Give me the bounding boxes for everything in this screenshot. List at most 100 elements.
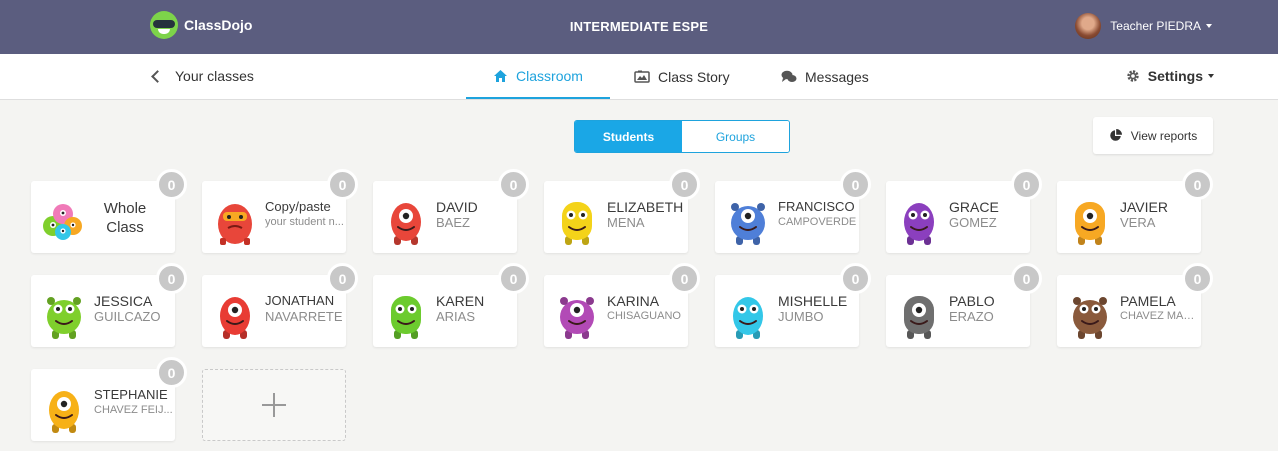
monster-avatar-icon bbox=[218, 204, 252, 245]
monster-avatar-icon bbox=[391, 296, 421, 339]
students-toggle-button[interactable]: Students bbox=[575, 121, 682, 152]
student-first-name: MISHELLE bbox=[778, 293, 848, 309]
student-last-name: MENA bbox=[607, 215, 645, 230]
student-card[interactable]: JONATHAN NAVARRETE 0 bbox=[202, 263, 358, 347]
back-label: Your classes bbox=[175, 68, 254, 84]
classdojo-logo-icon bbox=[150, 11, 178, 39]
monster-avatar-icon bbox=[391, 203, 421, 245]
points-badge: 0 bbox=[1011, 169, 1042, 200]
student-first-name: JONATHAN bbox=[265, 293, 335, 308]
student-last-name: CHAVEZ MAR... bbox=[1120, 310, 1200, 322]
student-first-name: KARINA bbox=[607, 293, 660, 309]
student-last-name: GOMEZ bbox=[949, 215, 997, 230]
tab-label: Class Story bbox=[658, 68, 730, 85]
monster-avatar-icon bbox=[220, 297, 250, 339]
student-first-name: JAVIER bbox=[1120, 199, 1168, 215]
monster-avatar-icon bbox=[47, 297, 81, 339]
student-first-name: STEPHANIE bbox=[94, 387, 168, 402]
view-reports-button[interactable]: View reports bbox=[1093, 117, 1213, 154]
tab-label: Messages bbox=[805, 68, 869, 85]
view-reports-label: View reports bbox=[1130, 128, 1198, 143]
student-first-name: ELIZABETH bbox=[607, 199, 684, 215]
points-badge: 0 bbox=[669, 169, 700, 200]
points-badge: 0 bbox=[327, 263, 358, 294]
student-card[interactable]: JESSICA GUILCAZO 0 bbox=[31, 263, 187, 347]
monster-avatar-icon bbox=[49, 391, 79, 433]
student-first-name: PABLO bbox=[949, 293, 995, 309]
monster-avatar-icon bbox=[560, 297, 594, 339]
whole-class-line1: Whole bbox=[103, 200, 147, 217]
gear-icon bbox=[1127, 70, 1139, 82]
caret-down-icon bbox=[1208, 74, 1214, 78]
points-badge: 0 bbox=[1182, 263, 1213, 294]
photo-icon bbox=[634, 70, 650, 83]
points-badge: 0 bbox=[156, 263, 187, 294]
student-last-name: ARIAS bbox=[436, 309, 476, 324]
student-card[interactable]: KAREN ARIAS 0 bbox=[373, 263, 529, 347]
tab-messages[interactable]: Messages bbox=[781, 54, 869, 99]
monster-avatar-icon bbox=[731, 203, 765, 245]
student-last-name: CAMPOVERDE bbox=[778, 216, 857, 228]
student-last-name: JUMBO bbox=[778, 309, 824, 324]
copy-paste-card[interactable]: Copy/paste your student n... 0 bbox=[202, 169, 358, 253]
back-to-classes-link[interactable]: Your classes bbox=[150, 68, 254, 84]
points-badge: 0 bbox=[498, 263, 529, 294]
points-badge: 0 bbox=[156, 357, 187, 388]
student-card[interactable]: JAVIER VERA 0 bbox=[1057, 169, 1213, 253]
caret-down-icon bbox=[1206, 24, 1212, 28]
plus-icon bbox=[262, 393, 286, 417]
student-last-name: ERAZO bbox=[949, 309, 994, 324]
points-badge: 0 bbox=[1182, 169, 1213, 200]
user-name: Teacher PIEDRA bbox=[1110, 19, 1201, 33]
whole-class-card[interactable]: Whole Class 0 bbox=[31, 169, 187, 253]
classdojo-logo[interactable]: ClassDojo bbox=[150, 11, 252, 39]
whole-class-line2: Class bbox=[106, 219, 144, 236]
student-card[interactable]: DAVID BAEZ 0 bbox=[373, 169, 529, 253]
monster-avatar-icon bbox=[1073, 297, 1107, 339]
student-last-name: VERA bbox=[1120, 215, 1156, 230]
student-card[interactable]: FRANCISCO CAMPOVERDE 0 bbox=[715, 169, 871, 253]
tab-classroom[interactable]: Classroom bbox=[466, 54, 610, 99]
groups-toggle-button[interactable]: Groups bbox=[682, 121, 789, 152]
student-last-name: CHISAGUANO bbox=[607, 310, 681, 322]
points-badge: 0 bbox=[669, 263, 700, 294]
student-card[interactable]: PAMELA CHAVEZ MAR... 0 bbox=[1057, 263, 1213, 347]
user-menu[interactable]: Teacher PIEDRA bbox=[1075, 13, 1212, 39]
student-first-name: FRANCISCO bbox=[778, 199, 855, 214]
points-badge: 0 bbox=[840, 263, 871, 294]
student-first-name: PAMELA bbox=[1120, 293, 1176, 309]
home-icon bbox=[494, 69, 508, 82]
class-group-monsters-icon bbox=[43, 204, 82, 240]
settings-menu[interactable]: Settings bbox=[1126, 68, 1214, 84]
students-groups-toggle: Students Groups bbox=[574, 120, 790, 153]
student-card[interactable]: PABLO ERAZO 0 bbox=[886, 263, 1042, 347]
student-last-name: BAEZ bbox=[436, 215, 470, 230]
chevron-left-icon bbox=[151, 69, 164, 83]
student-first-name: DAVID bbox=[436, 199, 478, 215]
top-bar: ClassDojo INTERMEDIATE ESPE Teacher PIED… bbox=[0, 0, 1278, 54]
avatar bbox=[1075, 13, 1102, 39]
points-badge: 0 bbox=[498, 169, 529, 200]
student-card[interactable]: ELIZABETH MENA 0 bbox=[544, 169, 700, 253]
chat-bubbles-icon bbox=[781, 70, 797, 82]
student-card[interactable]: MISHELLE JUMBO 0 bbox=[715, 263, 871, 347]
student-card[interactable]: KARINA CHISAGUANO 0 bbox=[544, 263, 700, 347]
copy-paste-subtitle: your student n... bbox=[265, 216, 344, 228]
pie-chart-icon bbox=[1109, 129, 1122, 141]
monster-avatar-icon bbox=[904, 203, 934, 245]
monster-avatar-icon bbox=[904, 296, 934, 339]
student-last-name: NAVARRETE bbox=[265, 309, 343, 324]
student-card[interactable]: STEPHANIE CHAVEZ FEIJ... 0 bbox=[31, 357, 187, 441]
points-badge: 0 bbox=[1011, 263, 1042, 294]
monster-avatar-icon bbox=[733, 297, 763, 339]
points-badge: 0 bbox=[327, 169, 358, 200]
monster-avatar-icon bbox=[1075, 202, 1105, 245]
add-student-button[interactable] bbox=[202, 369, 346, 441]
student-last-name: CHAVEZ FEIJ... bbox=[94, 404, 173, 416]
copy-paste-title: Copy/paste bbox=[265, 199, 331, 214]
student-first-name: JESSICA bbox=[94, 293, 153, 309]
tab-label: Classroom bbox=[516, 67, 583, 84]
student-card[interactable]: GRACE GOMEZ 0 bbox=[886, 169, 1042, 253]
points-badge: 0 bbox=[840, 169, 871, 200]
tab-class-story[interactable]: Class Story bbox=[634, 54, 730, 99]
